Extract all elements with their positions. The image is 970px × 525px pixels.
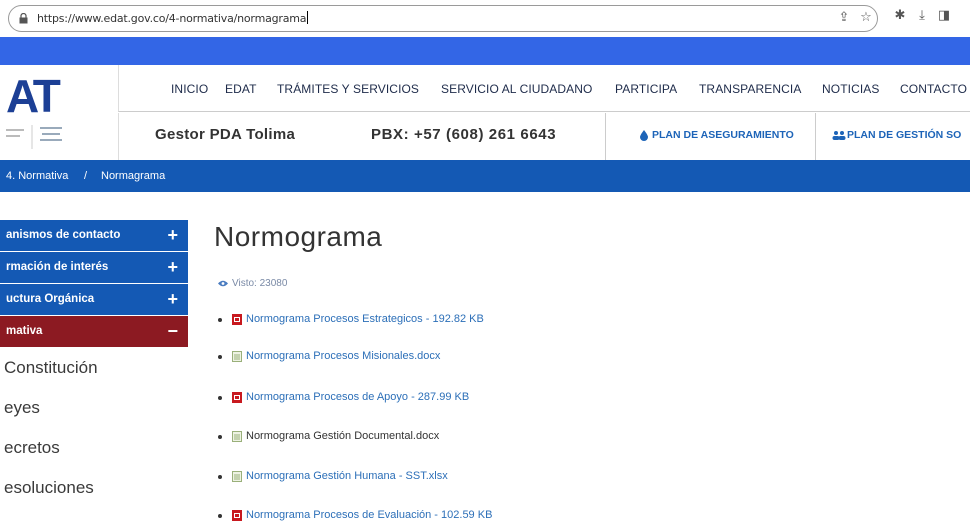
view-count-text: Visto: 23080 (232, 278, 288, 289)
bullet (218, 435, 222, 439)
info-row: Gestor PDA Tolima PBX: +57 (608) 261 664… (118, 113, 970, 160)
share-icon[interactable]: ⇪ (837, 11, 851, 25)
sidebar-subitem-leyes[interactable]: eyes (0, 388, 188, 428)
extensions-icon[interactable]: ✱ (893, 9, 907, 23)
nav-contacto[interactable]: CONTACTO (900, 82, 967, 96)
nav-servicio-ciudadano[interactable]: SERVICIO AL CIUDADANO (441, 82, 592, 96)
drop-icon (640, 130, 648, 141)
sidebar-item-label: anismos de contacto (6, 229, 121, 241)
address-bar[interactable]: https://www.edat.gov.co/4-normativa/norm… (8, 5, 878, 32)
document-link[interactable]: Normograma Procesos de Apoyo - 287.99 KB (246, 391, 469, 403)
nav-inicio[interactable]: INICIO (171, 82, 208, 96)
breadcrumb-separator: / (84, 170, 88, 182)
plan-aseguramiento-box[interactable]: PLAN DE ASEGURAMIENTO (605, 113, 815, 160)
site-header: AT INICIO EDAT TRÁMITES Y SERVICIOS SERV… (0, 65, 970, 160)
main-nav: INICIO EDAT TRÁMITES Y SERVICIOS SERVICI… (118, 65, 970, 112)
document-link[interactable]: Normograma Procesos Estrategicos - 192.8… (246, 313, 484, 325)
breadcrumb-current: Normagrama (101, 170, 166, 182)
pdf-file-icon (232, 314, 242, 325)
bullet (218, 396, 222, 400)
pdf-file-icon (232, 392, 242, 403)
doc-file-icon (232, 351, 242, 362)
nav-edat[interactable]: EDAT (225, 82, 257, 96)
sidebar-subitem-label: eyes (4, 398, 40, 417)
bullet (218, 318, 222, 322)
minus-icon[interactable]: − (167, 321, 178, 341)
pbx-phone[interactable]: PBX: +57 (608) 261 6643 (371, 126, 556, 143)
doc-file-icon (232, 431, 242, 442)
sidebar-item-mecanismos[interactable]: anismos de contacto + (0, 220, 188, 252)
browser-toolbar: https://www.edat.gov.co/4-normativa/norm… (0, 0, 970, 37)
pdf-file-icon (232, 510, 242, 521)
bullet (218, 475, 222, 479)
sidebar-subitem-label: Constitución (4, 358, 98, 377)
sidebar-subitem-resoluciones[interactable]: esoluciones (0, 468, 188, 508)
plus-icon[interactable]: + (167, 225, 178, 245)
lock-icon (19, 13, 28, 24)
bullet (218, 355, 222, 359)
sidebar-subitem-decretos[interactable]: ecretos (0, 428, 188, 468)
document-link[interactable]: Normograma Procesos de Evaluación - 102.… (246, 509, 492, 521)
logo-subtext-graphic (6, 125, 62, 149)
nav-tramites[interactable]: TRÁMITES Y SERVICIOS (277, 82, 419, 96)
nav-noticias[interactable]: NOTICIAS (822, 82, 879, 96)
sidebar-item-label: uctura Orgánica (6, 293, 95, 305)
sidebar: anismos de contacto + rmación de interés… (0, 220, 188, 508)
sidebar-item-estructura[interactable]: uctura Orgánica + (0, 284, 188, 316)
nav-transparencia[interactable]: TRANSPARENCIA (699, 82, 801, 96)
plan-aseguramiento-link[interactable]: PLAN DE ASEGURAMIENTO (652, 129, 794, 141)
download-icon[interactable]: ⤓ (915, 9, 929, 23)
sidebar-item-normativa[interactable]: mativa − (0, 316, 188, 348)
breadcrumb: 4. Normativa / Normagrama (0, 160, 970, 192)
document-link[interactable]: Normograma Gestión Documental.docx (246, 430, 439, 442)
document-link[interactable]: Normograma Gestión Humana - SST.xlsx (246, 470, 448, 482)
doc-file-icon (232, 471, 242, 482)
sidebar-subitem-label: ecretos (4, 438, 60, 457)
plus-icon[interactable]: + (167, 289, 178, 309)
sidebar-subitem-constitucion[interactable]: Constitución (0, 348, 188, 388)
plan-gestion-box[interactable]: PLAN DE GESTIÓN SO (815, 113, 970, 160)
plus-icon[interactable]: + (167, 257, 178, 277)
plan-gestion-link[interactable]: PLAN DE GESTIÓN SO (847, 129, 961, 141)
sidebar-item-label: rmación de interés (6, 261, 109, 273)
sidebar-item-label: mativa (6, 325, 43, 337)
sidebar-item-informacion[interactable]: rmación de interés + (0, 252, 188, 284)
eye-icon (218, 280, 228, 287)
gestor-label: Gestor PDA Tolima (155, 126, 296, 143)
sidebar-subitem-label: esoluciones (4, 478, 94, 497)
site-logo[interactable]: AT (6, 69, 61, 123)
people-icon (832, 131, 846, 140)
document-link[interactable]: Normograma Procesos Misionales.docx (246, 350, 440, 362)
star-icon[interactable]: ☆ (859, 11, 873, 25)
sidepanel-icon[interactable]: ◨ (937, 9, 951, 23)
page-title: Normograma (214, 221, 383, 252)
breadcrumb-normativa[interactable]: 4. Normativa (6, 170, 68, 182)
top-blue-strip (0, 37, 970, 65)
view-count: Visto: 23080 (218, 278, 287, 289)
url-text[interactable]: https://www.edat.gov.co/4-normativa/norm… (37, 11, 309, 25)
bullet (218, 514, 222, 518)
nav-participa[interactable]: PARTICIPA (615, 82, 677, 96)
